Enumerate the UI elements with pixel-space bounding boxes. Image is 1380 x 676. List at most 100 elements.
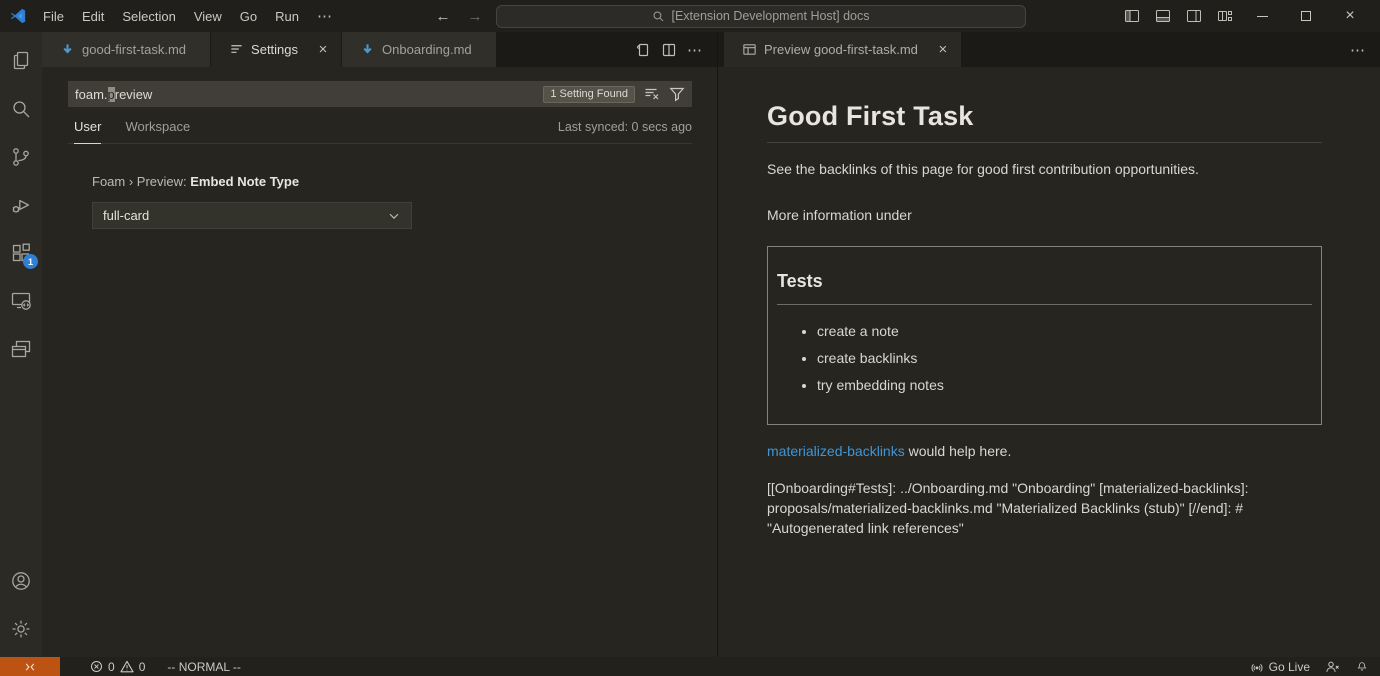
split-editor-icon[interactable] bbox=[661, 42, 677, 58]
menu-view[interactable]: View bbox=[185, 5, 231, 28]
customize-layout-icon[interactable] bbox=[1209, 3, 1240, 29]
more-actions-icon[interactable]: ⋯ bbox=[687, 41, 703, 59]
problems-status[interactable]: 0 0 bbox=[90, 660, 145, 674]
title-bar: File Edit Selection View Go Run ⋯ ← → [E… bbox=[0, 0, 1380, 32]
preview-link-line: materialized-backlinks would help here. bbox=[767, 441, 1322, 461]
window-controls: × bbox=[1116, 0, 1380, 32]
menu-bar: File Edit Selection View Go Run ⋯ bbox=[0, 3, 342, 29]
setting-name: Embed Note Type bbox=[190, 174, 299, 189]
settings-search-input[interactable]: foam.preview 1 Setting Found bbox=[68, 81, 692, 107]
vscode-window: File Edit Selection View Go Run ⋯ ← → [E… bbox=[0, 0, 1380, 676]
clear-settings-search-icon[interactable] bbox=[644, 86, 660, 102]
editor-group-preview: Preview good-first-task.md × ⋯ Good Firs… bbox=[717, 32, 1380, 657]
text-cursor: p bbox=[108, 87, 115, 102]
error-count: 0 bbox=[108, 660, 115, 674]
workbench: 1 bbox=[0, 32, 1380, 657]
status-bar: 0 0 -- NORMAL -- Go Live bbox=[0, 657, 1380, 676]
close-tab-icon[interactable]: × bbox=[933, 40, 953, 60]
history-back-icon[interactable]: ← bbox=[432, 8, 454, 25]
toggle-panel-icon[interactable] bbox=[1147, 3, 1178, 29]
toggle-primary-sidebar-icon[interactable] bbox=[1116, 3, 1147, 29]
search-icon bbox=[652, 10, 665, 23]
extensions-badge: 1 bbox=[23, 254, 38, 269]
command-center-search[interactable]: [Extension Development Host] docs bbox=[496, 5, 1026, 28]
accounts-button[interactable] bbox=[0, 557, 42, 605]
setting-row-embed-note-type: Foam › Preview: Embed Note Type full-car… bbox=[92, 174, 692, 229]
list-item: create a note bbox=[817, 321, 1312, 341]
scope-tab-workspace[interactable]: Workspace bbox=[125, 119, 190, 134]
more-actions-icon[interactable]: ⋯ bbox=[1350, 41, 1366, 59]
history-forward-icon[interactable]: → bbox=[464, 8, 486, 25]
last-synced-label: Last synced: 0 secs ago bbox=[558, 120, 692, 134]
menu-file[interactable]: File bbox=[34, 5, 73, 28]
close-tab-icon[interactable]: × bbox=[313, 40, 333, 60]
account-icon bbox=[9, 569, 33, 593]
tab-label: Onboarding.md bbox=[382, 42, 472, 57]
embed-note-type-select[interactable]: full-card bbox=[92, 202, 412, 229]
select-value: full-card bbox=[103, 208, 149, 223]
chevron-down-icon bbox=[387, 209, 401, 223]
filter-settings-icon[interactable] bbox=[669, 86, 685, 102]
activitybar-windows[interactable] bbox=[0, 325, 42, 373]
scope-tab-user[interactable]: User bbox=[74, 119, 101, 134]
remote-icon bbox=[23, 660, 37, 674]
activitybar-explorer[interactable] bbox=[0, 37, 42, 85]
menu-go[interactable]: Go bbox=[231, 5, 266, 28]
status-bar-right: Go Live bbox=[1250, 660, 1380, 674]
setting-title: Foam › Preview: Embed Note Type bbox=[92, 174, 692, 189]
tab-onboarding[interactable]: Onboarding.md bbox=[342, 32, 496, 67]
menu-selection[interactable]: Selection bbox=[113, 5, 184, 28]
tab-preview-good-first-task[interactable]: Preview good-first-task.md × bbox=[724, 32, 961, 67]
source-control-icon bbox=[9, 145, 33, 169]
close-icon: × bbox=[1345, 8, 1354, 24]
tab-label: Preview good-first-task.md bbox=[764, 42, 918, 57]
more-menu-icon[interactable]: ⋯ bbox=[308, 3, 342, 29]
go-live-button[interactable]: Go Live bbox=[1250, 660, 1310, 674]
minimize-icon bbox=[1257, 16, 1268, 17]
settings-editor: foam.preview 1 Setting Found bbox=[42, 67, 717, 657]
settings-search-value: foam.preview bbox=[75, 87, 152, 102]
vim-mode-indicator[interactable]: -- NORMAL -- bbox=[167, 660, 241, 674]
gear-icon bbox=[9, 617, 33, 641]
tab-settings[interactable]: Settings × bbox=[211, 32, 341, 67]
embedded-note-card: Tests create a note create backlinks try… bbox=[767, 246, 1322, 426]
activity-bar-bottom bbox=[0, 557, 42, 657]
editor-group-settings: good-first-task.md Settings × Onboarding… bbox=[42, 32, 717, 657]
toggle-secondary-sidebar-icon[interactable] bbox=[1178, 3, 1209, 29]
activitybar-extensions[interactable]: 1 bbox=[0, 229, 42, 277]
preview-paragraph: More information under bbox=[767, 205, 1322, 225]
feedback-button[interactable] bbox=[1325, 660, 1340, 674]
broadcast-icon bbox=[1250, 660, 1264, 674]
activitybar-remote-explorer[interactable] bbox=[0, 277, 42, 325]
tab-bar-group1: good-first-task.md Settings × Onboarding… bbox=[42, 32, 717, 67]
notifications-button[interactable] bbox=[1355, 660, 1369, 674]
feedback-person-icon bbox=[1325, 660, 1340, 674]
vim-mode-label: -- NORMAL -- bbox=[167, 660, 241, 674]
editor-actions-group2: ⋯ bbox=[1350, 32, 1380, 67]
open-preview-icon bbox=[742, 42, 757, 57]
error-icon bbox=[90, 660, 103, 673]
remote-indicator[interactable] bbox=[0, 657, 60, 676]
materialized-backlinks-link[interactable]: materialized-backlinks bbox=[767, 443, 905, 459]
search-icon bbox=[9, 97, 33, 121]
close-window-button[interactable]: × bbox=[1328, 0, 1372, 32]
tab-good-first-task[interactable]: good-first-task.md bbox=[42, 32, 210, 67]
open-settings-json-icon[interactable] bbox=[635, 42, 651, 58]
minimize-button[interactable] bbox=[1240, 0, 1284, 32]
embedded-note-list: create a note create backlinks try embed… bbox=[777, 321, 1312, 396]
tab-label: good-first-task.md bbox=[82, 42, 186, 57]
activitybar-run-debug[interactable] bbox=[0, 181, 42, 229]
bell-icon bbox=[1355, 660, 1369, 674]
manage-button[interactable] bbox=[0, 605, 42, 653]
activitybar-search[interactable] bbox=[0, 85, 42, 133]
warning-count: 0 bbox=[139, 660, 146, 674]
windows-icon bbox=[9, 337, 33, 361]
tab-label: Settings bbox=[251, 42, 298, 57]
menu-run[interactable]: Run bbox=[266, 5, 308, 28]
menu-edit[interactable]: Edit bbox=[73, 5, 113, 28]
maximize-button[interactable] bbox=[1284, 0, 1328, 32]
list-item: create backlinks bbox=[817, 348, 1312, 368]
activitybar-source-control[interactable] bbox=[0, 133, 42, 181]
list-item: try embedding notes bbox=[817, 375, 1312, 395]
run-debug-icon bbox=[9, 193, 33, 217]
